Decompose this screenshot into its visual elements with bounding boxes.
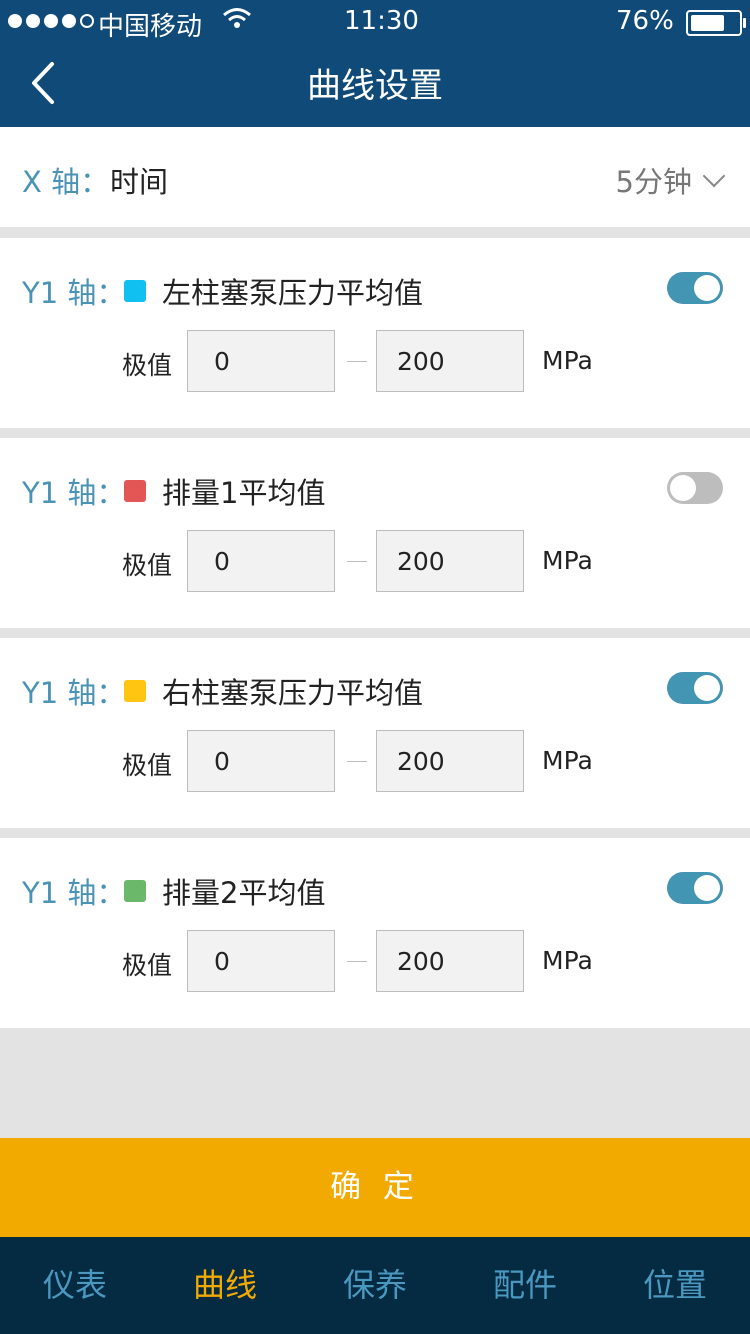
carrier-name: 中国移动: [98, 12, 203, 42]
y-axis-label: Y1 轴：: [22, 676, 126, 710]
y-axis-label: Y1 轴：: [22, 476, 126, 510]
min-value-input[interactable]: 0: [187, 330, 335, 392]
toggle-knob: [670, 475, 696, 501]
confirm-button[interactable]: 确 定: [0, 1138, 750, 1237]
range-label: 极值: [122, 951, 173, 980]
series-toggle[interactable]: [667, 672, 723, 704]
series-color-swatch: [124, 680, 146, 702]
min-value-input[interactable]: 0: [187, 730, 335, 792]
range-label: 极值: [122, 551, 173, 580]
x-axis-name: 时间: [110, 165, 169, 199]
min-value-input[interactable]: 0: [187, 930, 335, 992]
series-card: Y1 轴： 右柱塞泵压力平均值 极值 0 200 MPa: [0, 638, 750, 828]
battery-level: [691, 15, 724, 31]
max-value-input[interactable]: 200: [376, 330, 524, 392]
unit-label: MPa: [542, 746, 593, 775]
series-card: Y1 轴： 排量1平均值 极值 0 200 MPa: [0, 438, 750, 628]
range-separator: [347, 961, 367, 962]
top-header: 中国移动 11:30 76% 曲线设置: [0, 0, 750, 127]
series-name: 右柱塞泵压力平均值: [162, 676, 424, 710]
page-title: 曲线设置: [307, 66, 443, 106]
battery-percent: 76%: [616, 6, 674, 36]
wifi-icon: [222, 6, 252, 39]
range-label: 极值: [122, 751, 173, 780]
interval-select[interactable]: 5分钟: [615, 159, 726, 201]
tab-maintenance[interactable]: 保养: [300, 1237, 450, 1334]
chevron-down-icon: [702, 164, 726, 188]
series-color-swatch: [124, 480, 146, 502]
unit-label: MPa: [542, 546, 593, 575]
max-value-input[interactable]: 200: [376, 730, 524, 792]
y-axis-label: Y1 轴：: [22, 276, 126, 310]
signal-strength-icon: [8, 14, 94, 28]
series-name: 排量1平均值: [162, 476, 326, 510]
series-name: 左柱塞泵压力平均值: [162, 276, 424, 310]
min-value-input[interactable]: 0: [187, 530, 335, 592]
series-toggle[interactable]: [667, 272, 723, 304]
series-toggle[interactable]: [667, 472, 723, 504]
range-separator: [347, 761, 367, 762]
range-label: 极值: [122, 351, 173, 380]
status-bar: 中国移动 11:30 76%: [0, 0, 750, 44]
series-name: 排量2平均值: [162, 876, 326, 910]
status-time: 11:30: [344, 6, 419, 36]
tab-location[interactable]: 位置: [600, 1237, 750, 1334]
series-color-swatch: [124, 280, 146, 302]
series-card: Y1 轴： 排量2平均值 极值 0 200 MPa: [0, 838, 750, 1028]
range-separator: [347, 561, 367, 562]
x-axis-label: X 轴：: [22, 165, 110, 199]
max-value-input[interactable]: 200: [376, 930, 524, 992]
range-separator: [347, 361, 367, 362]
interval-value: 5分钟: [615, 165, 692, 199]
series-card: Y1 轴： 左柱塞泵压力平均值 极值 0 200 MPa: [0, 238, 750, 428]
tab-curve[interactable]: 曲线: [150, 1237, 300, 1334]
x-axis-row: X 轴： 时间 5分钟: [0, 127, 750, 227]
battery-icon: [686, 10, 746, 36]
y-axis-label: Y1 轴：: [22, 876, 126, 910]
toggle-knob: [694, 275, 720, 301]
max-value-input[interactable]: 200: [376, 530, 524, 592]
bottom-tab-bar: 仪表 曲线 保养 配件 位置: [0, 1237, 750, 1334]
toggle-knob: [694, 875, 720, 901]
unit-label: MPa: [542, 946, 593, 975]
tab-gauge[interactable]: 仪表: [0, 1237, 150, 1334]
series-toggle[interactable]: [667, 872, 723, 904]
series-color-swatch: [124, 880, 146, 902]
tab-parts[interactable]: 配件: [450, 1237, 600, 1334]
unit-label: MPa: [542, 346, 593, 375]
toggle-knob: [694, 675, 720, 701]
